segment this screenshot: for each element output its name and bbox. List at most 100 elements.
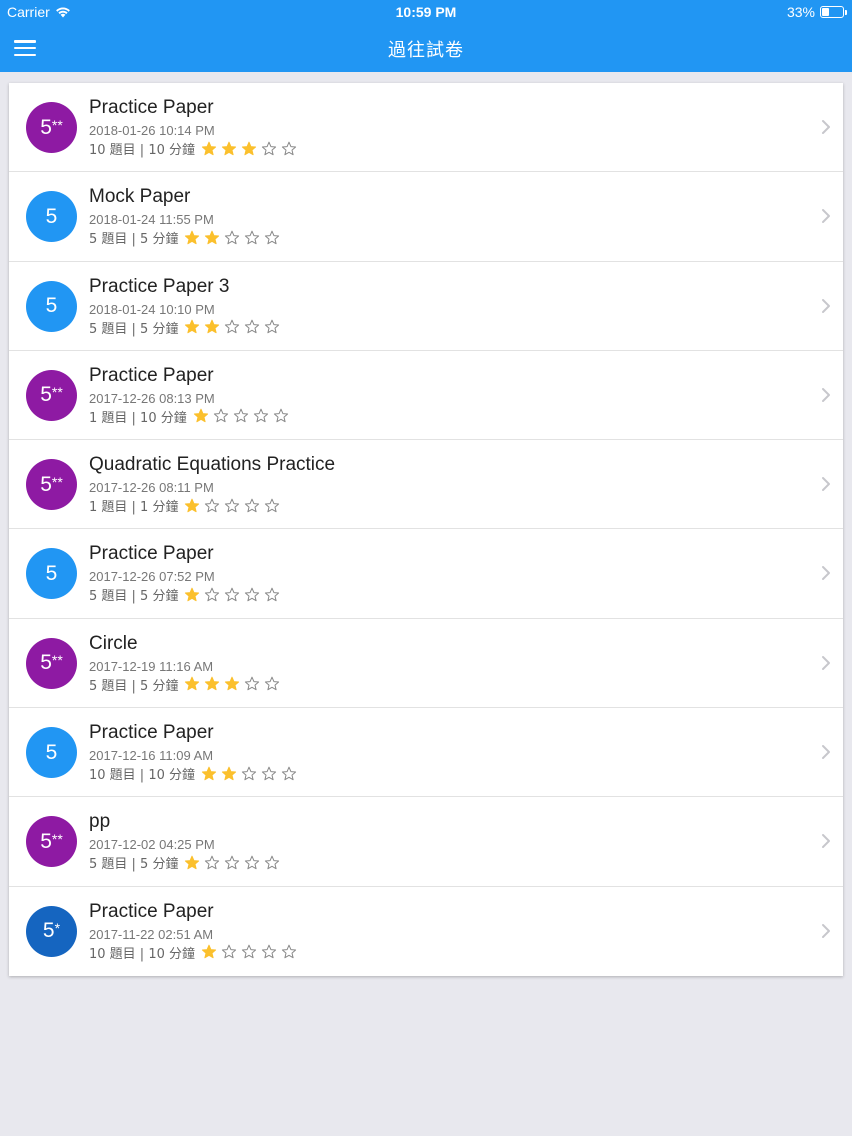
app-header: Carrier 10:59 PM 33% 過往試卷: [0, 0, 852, 72]
star-empty-icon: [245, 498, 260, 512]
grade-suffix: **: [51, 116, 63, 133]
star-filled-icon: [185, 587, 200, 602]
grade-value: 5: [40, 651, 52, 675]
difficulty-rating: [184, 230, 280, 246]
grade-value: 5: [45, 561, 58, 585]
paper-date: 2017-12-16 11:09 AM: [89, 748, 214, 764]
paper-date: 2017-12-02 04:25 PM: [89, 837, 215, 853]
grade-suffix: **: [51, 473, 63, 490]
star-filled-icon: [201, 766, 217, 780]
star-empty-icon: [253, 409, 268, 423]
grade-badge: 5: [26, 191, 77, 243]
paper-list: 5 ** Practice Paper 2018-01-26 10:14 PM 1…: [9, 83, 843, 976]
chevron-right-icon: [822, 566, 830, 581]
grade-value: 5: [40, 115, 52, 139]
paper-date: 2018-01-24 10:10 PM: [89, 301, 215, 317]
difficulty-rating: [184, 319, 280, 335]
star-filled-icon: [185, 319, 200, 334]
star-filled-icon: [221, 766, 237, 780]
star-empty-icon: [205, 498, 220, 512]
paper-questions-duration: 5 題目 | 5 分鐘: [89, 589, 179, 605]
star-filled-icon: [193, 409, 208, 423]
star-filled-icon: [221, 141, 237, 155]
paper-row[interactable]: 5 ** Practice Paper 2017-12-26 08:13 PM 1…: [9, 351, 843, 441]
star-empty-icon: [225, 230, 240, 244]
star-empty-icon: [273, 409, 288, 423]
paper-meta: 1 題目 | 1 分鐘: [89, 496, 280, 515]
difficulty-rating: [184, 498, 280, 514]
grade-value: 5: [42, 919, 55, 943]
star-filled-icon: [225, 676, 240, 691]
star-empty-icon: [281, 766, 297, 780]
grade-suffix: **: [51, 652, 63, 669]
paper-row[interactable]: 5 ** Practice Paper 2018-01-26 10:14 PM 1…: [9, 83, 843, 173]
star-empty-icon: [225, 855, 240, 870]
paper-title: Practice Paper: [89, 900, 214, 922]
star-filled-icon: [185, 855, 200, 870]
paper-title: Quadratic Equations Practice: [89, 454, 336, 476]
star-empty-icon: [265, 676, 280, 691]
star-empty-icon: [205, 587, 220, 602]
star-empty-icon: [265, 319, 280, 334]
wifi-icon: [55, 7, 70, 18]
grade-value: 5: [40, 472, 52, 496]
paper-title: Practice Paper: [89, 722, 214, 744]
battery-percent: 33%: [786, 4, 815, 20]
paper-date: 2017-12-19 11:16 AM: [89, 658, 214, 674]
star-empty-icon: [245, 587, 260, 602]
star-empty-icon: [205, 855, 220, 870]
paper-meta: 5 題目 | 5 分鐘: [89, 853, 280, 872]
star-empty-icon: [281, 141, 297, 155]
star-empty-icon: [245, 676, 260, 691]
paper-meta: 10 題目 | 10 分鐘: [89, 139, 297, 158]
grade-suffix: **: [51, 830, 63, 847]
paper-date: 2017-12-26 07:52 PM: [89, 569, 215, 585]
paper-meta: 10 題目 | 10 分鐘: [89, 764, 297, 783]
star-empty-icon: [265, 587, 280, 602]
status-time: 10:59 PM: [395, 4, 457, 20]
star-empty-icon: [245, 230, 260, 244]
paper-meta: 5 題目 | 5 分鐘: [89, 318, 280, 337]
paper-row[interactable]: 5 ** pp 2017-12-02 04:25 PM 5 題目 | 5 分鐘: [9, 797, 843, 887]
star-empty-icon: [221, 944, 237, 959]
star-empty-icon: [241, 944, 257, 959]
difficulty-rating: [184, 855, 280, 871]
difficulty-rating: [184, 676, 280, 692]
paper-questions-duration: 5 題目 | 5 分鐘: [89, 857, 179, 873]
chevron-right-icon: [822, 745, 830, 760]
star-empty-icon: [225, 587, 240, 602]
paper-title: Practice Paper: [89, 364, 214, 386]
paper-meta: 10 題目 | 10 分鐘: [89, 943, 297, 962]
paper-row[interactable]: 5 Practice Paper 2017-12-26 07:52 PM 5 題…: [9, 529, 843, 619]
paper-date: 2017-11-22 02:51 AM: [89, 926, 214, 942]
chevron-right-icon: [822, 477, 830, 492]
star-filled-icon: [201, 141, 217, 155]
paper-row[interactable]: 5 ** Quadratic Equations Practice 2017-12…: [9, 440, 843, 530]
paper-row[interactable]: 5 ** Circle 2017-12-19 11:16 AM 5 題目 | 5 …: [9, 619, 843, 709]
paper-row[interactable]: 5 * Practice Paper 2017-11-22 02:51 AM 10…: [9, 887, 843, 976]
chevron-right-icon: [822, 923, 830, 938]
paper-meta: 5 題目 | 5 分鐘: [89, 228, 280, 247]
paper-questions-duration: 1 題目 | 1 分鐘: [89, 500, 179, 516]
paper-meta: 5 題目 | 5 分鐘: [89, 585, 280, 604]
paper-row[interactable]: 5 Practice Paper 3 2018-01-24 10:10 PM 5…: [9, 262, 843, 351]
paper-row[interactable]: 5 Practice Paper 2017-12-16 11:09 AM 10 …: [9, 708, 843, 798]
carrier-label: Carrier: [7, 4, 50, 20]
paper-questions-duration: 10 題目 | 10 分鐘: [89, 946, 195, 962]
chevron-right-icon: [822, 834, 830, 849]
paper-questions-duration: 10 題目 | 10 分鐘: [89, 768, 195, 784]
star-filled-icon: [185, 498, 200, 512]
star-empty-icon: [281, 944, 297, 959]
star-filled-icon: [205, 676, 220, 691]
grade-suffix: **: [51, 384, 63, 401]
grade-value: 5: [45, 294, 58, 318]
star-empty-icon: [261, 141, 277, 155]
grade-value: 5: [45, 740, 58, 764]
grade-badge: 5: [26, 727, 77, 779]
star-empty-icon: [261, 766, 277, 780]
star-empty-icon: [265, 230, 280, 244]
difficulty-rating: [193, 408, 289, 424]
paper-row[interactable]: 5 Mock Paper 2018-01-24 11:55 PM 5 題目 | …: [9, 172, 843, 262]
star-filled-icon: [205, 319, 220, 334]
status-battery: 33%: [786, 4, 847, 20]
